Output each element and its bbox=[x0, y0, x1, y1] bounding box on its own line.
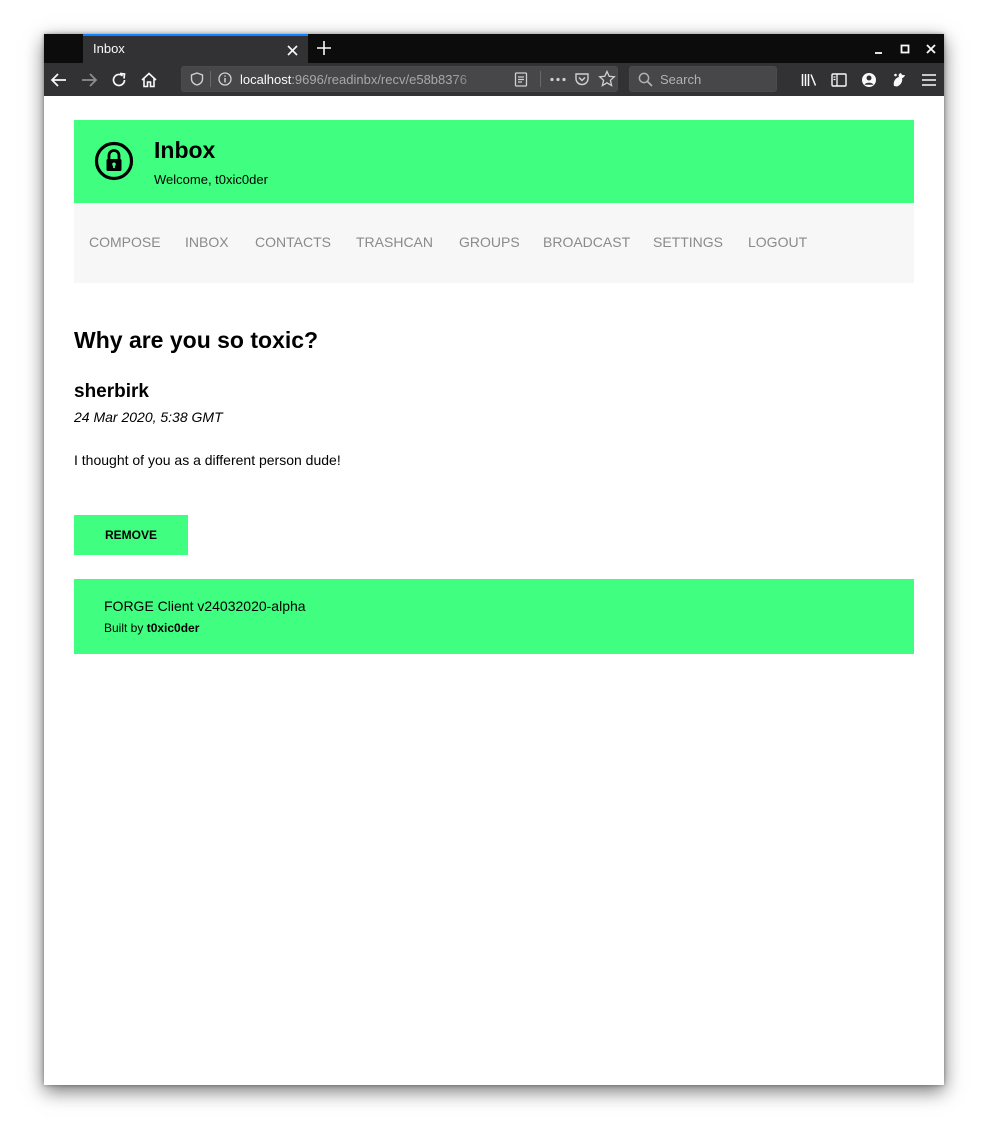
message-sender: sherbirk bbox=[74, 381, 149, 402]
menu-item-contacts[interactable]: CONTACTS bbox=[255, 234, 331, 250]
menu-item-settings[interactable]: SETTINGS bbox=[653, 234, 723, 250]
url-text[interactable]: localhost:9696/readinbx/recv/e58b8376 bbox=[240, 72, 485, 87]
tab-strip: Inbox bbox=[44, 34, 944, 63]
url-bar[interactable]: localhost:9696/readinbx/recv/e58b8376 bbox=[181, 66, 618, 92]
search-box[interactable]: Search bbox=[629, 66, 777, 92]
url-host: localhost bbox=[240, 72, 292, 87]
hamburger-menu-icon[interactable] bbox=[920, 71, 938, 89]
browser-window: Inbox localhost:9696/readinbx/recv/e58b8… bbox=[44, 34, 944, 1085]
menu-item-compose[interactable]: COMPOSE bbox=[89, 234, 161, 250]
search-placeholder: Search bbox=[660, 72, 702, 87]
menu-item-groups[interactable]: GROUPS bbox=[459, 234, 520, 250]
minimize-icon[interactable] bbox=[873, 43, 885, 55]
sidebar-icon[interactable] bbox=[830, 71, 848, 89]
url-fade bbox=[452, 69, 492, 89]
page-actions-icon[interactable] bbox=[549, 72, 567, 87]
remove-button[interactable]: REMOVE bbox=[74, 515, 188, 555]
welcome-text: Welcome, t0xic0der bbox=[154, 172, 268, 187]
url-path: :9696/readinbx/recv/e58b8376 bbox=[291, 72, 467, 87]
inbox-header: Inbox Welcome, t0xic0der bbox=[74, 120, 914, 203]
message-date: 24 Mar 2020, 5:38 GMT bbox=[74, 409, 223, 425]
tracking-shield-icon[interactable] bbox=[190, 72, 204, 86]
lock-icon bbox=[94, 141, 134, 181]
menu-item-logout[interactable]: LOGOUT bbox=[748, 234, 807, 250]
forward-arrow-icon[interactable] bbox=[80, 71, 98, 89]
reader-view-icon[interactable] bbox=[514, 72, 528, 87]
bookmark-star-icon[interactable] bbox=[598, 70, 616, 88]
close-tab-icon[interactable] bbox=[287, 45, 298, 56]
close-window-icon[interactable] bbox=[925, 43, 937, 55]
url-actions-divider bbox=[540, 71, 541, 87]
tab-inbox[interactable]: Inbox bbox=[83, 34, 308, 63]
menu-item-inbox[interactable]: INBOX bbox=[185, 234, 229, 250]
menu-item-broadcast[interactable]: BROADCAST bbox=[543, 234, 630, 250]
page-footer: FORGE Client v24032020-alpha Built by t0… bbox=[74, 579, 914, 654]
author-name: t0xic0der bbox=[146, 621, 200, 635]
tab-title: Inbox bbox=[93, 41, 125, 56]
home-icon[interactable] bbox=[140, 71, 158, 89]
built-by: Built by t0xic0der bbox=[104, 621, 199, 635]
page-content: Inbox Welcome, t0xic0der COMPOSE INBOX C… bbox=[44, 96, 944, 1085]
navigation-toolbar: localhost:9696/readinbx/recv/e58b8376 Se… bbox=[44, 63, 944, 96]
search-icon bbox=[638, 72, 653, 87]
built-by-prefix: Built by bbox=[104, 621, 144, 635]
library-icon[interactable] bbox=[800, 71, 818, 89]
back-arrow-icon[interactable] bbox=[50, 71, 68, 89]
message-body: I thought of you as a different person d… bbox=[74, 452, 341, 468]
main-menu: COMPOSE INBOX CONTACTS TRASHCAN GROUPS B… bbox=[74, 203, 914, 283]
client-version: FORGE Client v24032020-alpha bbox=[104, 598, 306, 614]
extension-icon[interactable] bbox=[890, 71, 908, 89]
menu-item-trashcan[interactable]: TRASHCAN bbox=[356, 234, 433, 250]
pocket-icon[interactable] bbox=[574, 71, 590, 87]
reload-icon[interactable] bbox=[110, 71, 128, 89]
new-tab-icon[interactable] bbox=[316, 40, 332, 56]
message-subject: Why are you so toxic? bbox=[74, 327, 319, 353]
site-info-icon[interactable] bbox=[218, 72, 232, 86]
account-icon[interactable] bbox=[860, 71, 878, 89]
page-title: Inbox bbox=[154, 137, 216, 163]
url-divider bbox=[210, 71, 211, 87]
maximize-icon[interactable] bbox=[899, 43, 911, 55]
